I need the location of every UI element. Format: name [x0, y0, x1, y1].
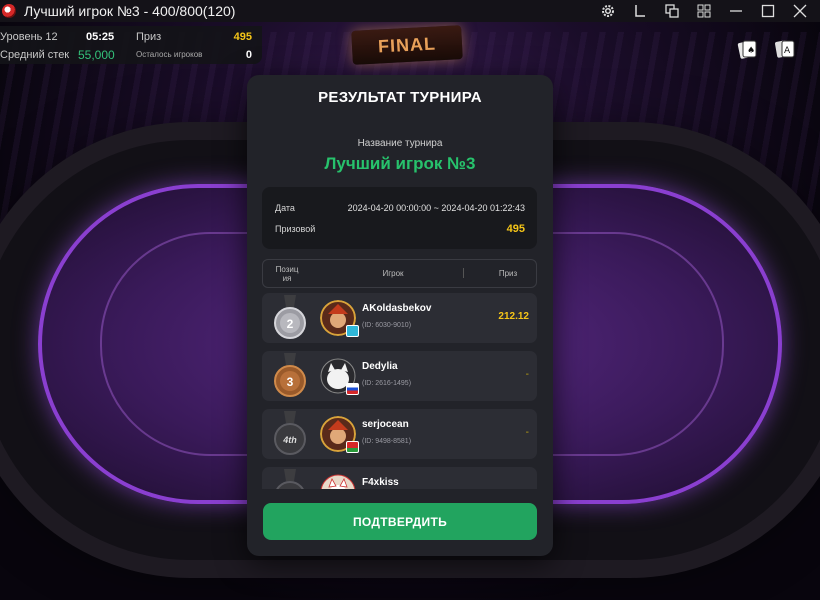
position-medal-icon: 5th	[276, 469, 304, 489]
column-player: Игрок	[382, 269, 404, 278]
remaining-players-label: Осталось игроков	[136, 50, 203, 59]
cards-icon[interactable]: ♠	[736, 38, 758, 60]
player-name: Dedylia	[362, 361, 398, 372]
remaining-players-value: 0	[245, 49, 252, 61]
player-name: serjocean	[362, 419, 409, 430]
flag-russia-icon	[346, 383, 359, 395]
player-id: (ID: 2616-1495)	[362, 380, 412, 387]
layout-icon[interactable]	[624, 0, 656, 22]
avg-stack-label: Средний стек	[0, 49, 70, 61]
tournament-result-dialog: РЕЗУЛЬТАТ ТУРНИРА Название турнира Лучши…	[247, 75, 553, 556]
player-prize: 212.12	[498, 311, 529, 322]
player-prize: -	[526, 485, 529, 489]
window-titlebar: Лучший игрок №3 - 400/800(120)	[0, 0, 820, 22]
table-row: 2 AKoldasbekov (ID: 6030-9010) 212.12	[262, 293, 537, 343]
tournament-name: Лучший игрок №3	[324, 154, 476, 173]
bronze-medal-icon: 3	[274, 353, 306, 397]
window-title: Лучший игрок №3 - 400/800(120)	[24, 3, 236, 19]
close-icon[interactable]	[784, 0, 816, 22]
svg-text:♠: ♠	[747, 46, 755, 56]
results-list[interactable]: 2 AKoldasbekov (ID: 6030-9010) 212.12 3	[262, 293, 537, 489]
table-row: 4th serjocean (ID: 9498-8581) -	[262, 409, 537, 459]
maximize-icon[interactable]	[752, 0, 784, 22]
prize-pool-label: Призовой	[275, 224, 316, 234]
prize-label: Приз	[136, 31, 162, 43]
avatar	[320, 474, 356, 489]
column-divider	[463, 268, 464, 278]
prize-pool-value: 495	[506, 223, 525, 235]
date-label: Дата	[275, 203, 295, 213]
flag-belarus-icon	[346, 441, 359, 453]
flag-kazakhstan-icon	[346, 325, 359, 337]
column-prize: Приз	[498, 269, 518, 278]
results-table-header: Позиц ия Игрок Приз	[262, 259, 537, 288]
avg-stack-value: 55,000	[78, 48, 115, 62]
tournament-details: Дата 2024-04-20 00:00:00 ~ 2024-04-20 01…	[262, 187, 537, 249]
date-value: 2024-04-20 00:00:00 ~ 2024-04-20 01:22:4…	[347, 203, 525, 213]
tournament-info-panel: Уровень 12 05:25 Приз 495 Средний стек 5…	[0, 26, 262, 64]
position-number: 2	[287, 317, 294, 331]
settings-icon[interactable]	[592, 0, 624, 22]
player-id: (ID: 9498-8581)	[362, 438, 412, 445]
table-row: 5th F4xkiss -	[262, 467, 537, 489]
position-medal-icon: 4th	[274, 411, 306, 455]
position-number: 3	[287, 375, 294, 389]
card-history-icon[interactable]: A	[774, 38, 796, 60]
dialog-title: РЕЗУЛЬТАТ ТУРНИРА	[318, 89, 482, 106]
level-label: Уровень 12	[0, 31, 58, 43]
player-prize: -	[525, 427, 529, 438]
tournament-name-label: Название турнира	[357, 138, 443, 149]
silver-medal-icon: 2	[274, 295, 306, 339]
player-id: (ID: 6030-9010)	[362, 322, 412, 329]
level-timer: 05:25	[86, 31, 115, 43]
app-logo-icon	[2, 4, 16, 18]
final-sign: FINAL	[351, 25, 463, 65]
column-position: Позиц ия	[275, 264, 299, 283]
player-name: AKoldasbekov	[362, 303, 432, 314]
player-prize: -	[525, 369, 529, 380]
svg-text:A: A	[784, 46, 791, 56]
prize-value: 495	[233, 31, 252, 43]
player-name: F4xkiss	[362, 477, 399, 488]
minimize-icon[interactable]	[720, 0, 752, 22]
grid-icon[interactable]	[688, 0, 720, 22]
position-number: 4th	[282, 435, 297, 445]
table-row: 3 Dedylia (ID: 2616-1495) -	[262, 351, 537, 401]
confirm-button[interactable]: ПОДТВЕРДИТЬ	[263, 503, 537, 540]
copy-icon[interactable]	[656, 0, 688, 22]
